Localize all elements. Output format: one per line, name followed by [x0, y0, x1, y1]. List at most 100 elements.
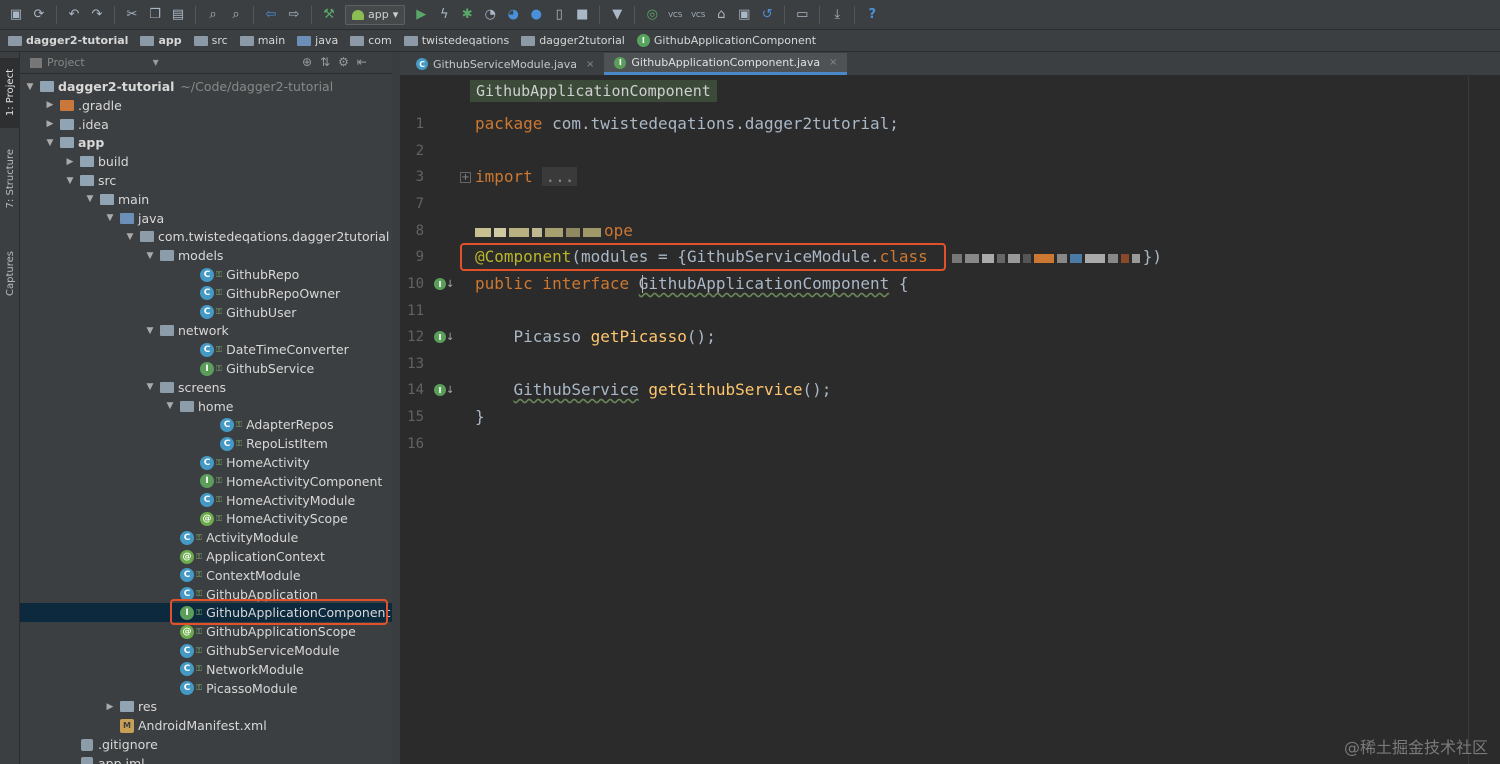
tree-item[interactable]: C ⚿ ActivityModule: [20, 528, 399, 547]
tree-item[interactable]: M AndroidManifest.xml: [20, 716, 399, 735]
paste-icon[interactable]: ▤: [168, 5, 188, 25]
code-editor[interactable]: 1 2 3 7 8 9 10 11 12 13 14 15 16 I ↓ I ↓ I ↓ GithubApplica…: [400, 76, 1500, 764]
tree-item[interactable]: ▼ java: [20, 209, 399, 228]
tree-item[interactable]: C ⚿ GithubRepo: [20, 265, 399, 284]
run-configuration-select[interactable]: app ▾: [345, 4, 406, 25]
help-icon[interactable]: ?: [862, 5, 882, 25]
vcs-update-icon[interactable]: VCS: [665, 5, 685, 25]
sdk-manager-icon[interactable]: ▼: [607, 5, 627, 25]
breadcrumb-item[interactable]: I GithubApplicationComponent: [636, 34, 816, 47]
expanded-arrow-icon[interactable]: ▼: [104, 213, 116, 223]
coverage-icon[interactable]: ●: [526, 5, 546, 25]
debug-icon[interactable]: ✱: [457, 5, 477, 25]
expanded-arrow-icon[interactable]: ▼: [64, 176, 76, 186]
hide-panel-icon[interactable]: ⇤: [357, 55, 367, 69]
stop-icon[interactable]: ■: [572, 5, 592, 25]
tree-item[interactable]: C ⚿ GithubUser: [20, 303, 399, 322]
settings-gear-icon[interactable]: ⚙: [338, 55, 349, 69]
expanded-arrow-icon[interactable]: ▼: [144, 251, 156, 261]
expanded-arrow-icon[interactable]: ▼: [124, 232, 136, 242]
apply-changes-icon[interactable]: ▯: [549, 5, 569, 25]
make-icon[interactable]: ⚒: [319, 5, 339, 25]
tree-item[interactable]: ▼ network: [20, 321, 399, 340]
class-breadcrumb[interactable]: GithubApplicationComponent: [470, 80, 717, 102]
breadcrumb-item[interactable]: dagger2-tutorial: [8, 34, 128, 47]
tree-item[interactable]: ▼ models: [20, 246, 399, 265]
tree-item[interactable]: ▼ screens: [20, 378, 399, 397]
terminal-icon[interactable]: ▭: [792, 5, 812, 25]
tree-item[interactable]: ▶ build: [20, 152, 399, 171]
expanded-arrow-icon[interactable]: ▼: [164, 401, 176, 411]
implemented-marker-icon[interactable]: I: [434, 331, 446, 343]
tree-item[interactable]: @ ⚿ GithubApplicationScope: [20, 622, 399, 641]
expanded-arrow-icon[interactable]: ▼: [44, 138, 56, 148]
vcs-commit-icon[interactable]: VCS: [688, 5, 708, 25]
tool-tab-captures[interactable]: Captures: [0, 238, 20, 308]
breadcrumb-item[interactable]: main: [239, 34, 285, 47]
collapsed-arrow-icon[interactable]: ▶: [44, 119, 56, 129]
tree-item[interactable]: @ ⚿ HomeActivityScope: [20, 509, 399, 528]
download-icon[interactable]: ⤓: [827, 5, 847, 25]
tree-item[interactable]: ▼ com.twistedeqations.dagger2tutorial: [20, 227, 399, 246]
tree-item[interactable]: app.iml: [20, 754, 399, 764]
tree-item[interactable]: @ ⚿ ApplicationContext: [20, 547, 399, 566]
editor-tab[interactable]: C GithubServiceModule.java ×: [406, 53, 604, 75]
revert-icon[interactable]: ↺: [757, 5, 777, 25]
breadcrumb-item[interactable]: dagger2tutorial: [521, 34, 625, 47]
tree-item[interactable]: C ⚿ AdapterRepos: [20, 415, 399, 434]
tree-item[interactable]: C ⚿ RepoListItem: [20, 434, 399, 453]
editor-tab[interactable]: I GithubApplicationComponent.java ×: [604, 53, 848, 75]
vcs-sync-icon[interactable]: ◎: [642, 5, 662, 25]
breadcrumb-item[interactable]: src: [193, 34, 228, 47]
breadcrumb-item[interactable]: twistedeqations: [403, 34, 509, 47]
tree-item[interactable]: ▼ app: [20, 133, 399, 152]
attach-debugger-icon[interactable]: ◕: [503, 5, 523, 25]
tool-tab-structure[interactable]: 7: Structure: [0, 144, 20, 214]
expanded-arrow-icon[interactable]: ▼: [144, 326, 156, 336]
run-icon[interactable]: ▶: [411, 5, 431, 25]
sync-icon[interactable]: ⟳: [29, 5, 49, 25]
close-icon[interactable]: ×: [586, 59, 594, 70]
find-icon[interactable]: ⌕: [203, 5, 223, 25]
chevron-down-icon[interactable]: ▼: [153, 58, 159, 67]
history-icon[interactable]: ⌂: [711, 5, 731, 25]
shelve-icon[interactable]: ▣: [734, 5, 754, 25]
breadcrumb-item[interactable]: java: [297, 34, 338, 47]
tree-item[interactable]: C ⚿ HomeActivity: [20, 453, 399, 472]
collapsed-arrow-icon[interactable]: ▶: [104, 702, 116, 712]
tree-item[interactable]: .gitignore: [20, 735, 399, 754]
tree-item[interactable]: ▶ .gradle: [20, 96, 399, 115]
tool-tab-project[interactable]: 1: Project: [0, 58, 20, 128]
implemented-marker-icon[interactable]: I: [434, 278, 446, 290]
tree-item[interactable]: ▼ home: [20, 397, 399, 416]
project-scrollbar[interactable]: [392, 52, 400, 764]
expanded-arrow-icon[interactable]: ▼: [84, 194, 96, 204]
expanded-arrow-icon[interactable]: ▼: [24, 82, 36, 92]
tree-item[interactable]: C ⚿ PicassoModule: [20, 679, 399, 698]
tree-item[interactable]: C ⚿ NetworkModule: [20, 660, 399, 679]
tree-item[interactable]: ▼ main: [20, 190, 399, 209]
tree-item[interactable]: I ⚿ HomeActivityComponent: [20, 472, 399, 491]
redo-icon[interactable]: ↷: [87, 5, 107, 25]
tree-item[interactable]: C ⚿ GithubServiceModule: [20, 641, 399, 660]
collapsed-arrow-icon[interactable]: ▶: [44, 100, 56, 110]
tree-item[interactable]: C ⚿ GithubRepoOwner: [20, 284, 399, 303]
cut-icon[interactable]: ✂: [122, 5, 142, 25]
tree-item[interactable]: C ⚿ ContextModule: [20, 566, 399, 585]
collapse-all-icon[interactable]: ⇅: [320, 55, 330, 69]
scroll-from-source-icon[interactable]: ⊕: [302, 55, 312, 69]
tree-item[interactable]: C ⚿ DateTimeConverter: [20, 340, 399, 359]
close-icon[interactable]: ×: [829, 57, 837, 68]
copy-icon[interactable]: ❐: [145, 5, 165, 25]
forward-icon[interactable]: ⇨: [284, 5, 304, 25]
undo-icon[interactable]: ↶: [64, 5, 84, 25]
breadcrumb-item[interactable]: com: [350, 34, 392, 47]
save-all-icon[interactable]: ▣: [6, 5, 26, 25]
profile-icon[interactable]: ◔: [480, 5, 500, 25]
tree-item[interactable]: ▶ res: [20, 697, 399, 716]
tree-item[interactable]: ▼ dagger2-tutorial ~/Code/dagger2-tutorial: [20, 77, 399, 96]
project-view-select[interactable]: Project: [47, 56, 85, 69]
fold-expand-icon[interactable]: +: [460, 172, 471, 183]
instant-run-icon[interactable]: ϟ: [434, 5, 454, 25]
collapsed-arrow-icon[interactable]: ▶: [64, 157, 76, 167]
